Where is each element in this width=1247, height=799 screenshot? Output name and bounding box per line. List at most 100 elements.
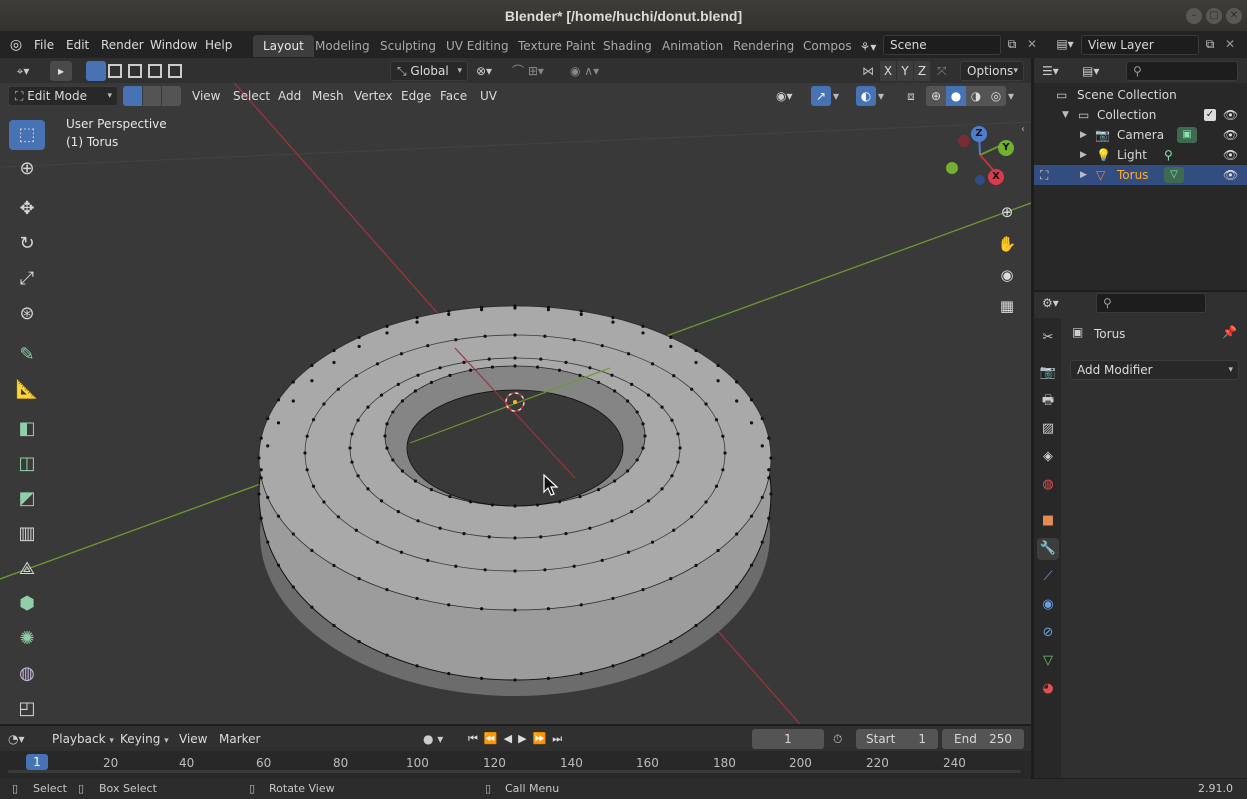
tab-modeling[interactable]: Modeling	[305, 35, 380, 57]
auto-merge-icon[interactable]: ⤧	[937, 61, 955, 81]
timeline-editor-type-icon[interactable]: ◔▾	[8, 729, 38, 749]
end-frame-field[interactable]: End 250	[942, 729, 1024, 749]
new-view-layer-icon[interactable]: ⧉	[1202, 37, 1218, 52]
scene-icon[interactable]: ⚘▾	[855, 37, 881, 57]
playback-controls[interactable]: ⏮⏪◀▶⏩⏭	[468, 729, 586, 749]
gizmo-y-axis[interactable]: Y	[998, 140, 1014, 156]
new-scene-icon[interactable]: ⧉	[1004, 37, 1020, 52]
viewport-menu-add[interactable]: Add	[273, 86, 306, 106]
mirror-x-toggle[interactable]: X	[880, 61, 896, 81]
rendered-shading-icon[interactable]: ◎	[986, 86, 1006, 106]
add-modifier-dropdown[interactable]: Add Modifier ▾	[1070, 360, 1239, 380]
display-mode-icon[interactable]: ▤▾	[1082, 61, 1112, 81]
transform-tool[interactable]: ⊛	[9, 299, 45, 329]
sidebar-toggle-icon[interactable]: ‹	[1021, 124, 1031, 138]
outliner-search-input[interactable]: ⚲	[1126, 61, 1238, 81]
blender-logo-icon[interactable]: ◎	[7, 36, 25, 54]
loop-cut-tool[interactable]: ▥	[9, 519, 45, 549]
subtract-selection-icon[interactable]	[128, 64, 142, 78]
playhead[interactable]: 1	[26, 754, 48, 770]
select-mode-buttons[interactable]	[123, 86, 181, 106]
viewport-menu-edge[interactable]: Edge	[396, 86, 436, 106]
delete-scene-icon[interactable]: ✕	[1024, 37, 1040, 51]
selection-mode-buttons[interactable]	[86, 61, 184, 81]
menu-help[interactable]: Help	[205, 32, 232, 58]
jump-end-icon[interactable]: ⏭	[552, 732, 568, 745]
view-layer-tab-icon[interactable]: ▨	[1037, 418, 1059, 440]
view-layer-icon[interactable]: ▤▾	[1052, 37, 1078, 51]
spin-tool[interactable]: ✺	[9, 624, 45, 654]
material-tab-icon[interactable]: ◕	[1037, 678, 1059, 700]
visibility-icon[interactable]: ◉▾	[776, 86, 806, 106]
outliner-row-collection[interactable]: ▼ ▭ Collection ✓ 👁	[1034, 105, 1247, 125]
modifier-tab-icon[interactable]: 🔧	[1037, 538, 1059, 560]
vertex-select-icon[interactable]	[123, 86, 142, 106]
shading-mode-buttons[interactable]: ⊕ ● ◑ ◎	[926, 86, 1008, 106]
active-tool-icon[interactable]: ▸	[50, 61, 72, 81]
mode-dropdown[interactable]: ⛶ Edit Mode ▾	[8, 86, 118, 106]
timeline-menu-playback[interactable]: Playback ▾	[47, 729, 119, 749]
light-data-icon[interactable]: ⚲	[1164, 145, 1173, 165]
next-keyframe-icon[interactable]: ⏩	[533, 732, 553, 745]
cursor-tool[interactable]: ⊕	[9, 154, 45, 184]
gizmo-toggle-icon[interactable]: ↗	[811, 86, 831, 106]
outliner-row-light[interactable]: ▶ 💡 Light ⚲ 👁	[1034, 145, 1247, 165]
inset-faces-tool[interactable]: ◫	[9, 449, 45, 479]
tool-tab-icon[interactable]: ✂	[1037, 327, 1059, 349]
pin-icon[interactable]: 📌	[1222, 325, 1238, 339]
chevron-down-icon[interactable]: ▾	[878, 86, 890, 106]
material-shading-icon[interactable]: ◑	[966, 86, 986, 106]
intersect-selection-icon[interactable]	[168, 64, 182, 78]
tab-uv-editing[interactable]: UV Editing	[436, 35, 519, 57]
set-new-selection-icon[interactable]	[86, 61, 106, 81]
transform-orientation-dropdown[interactable]: ⤡ Global ▾	[390, 61, 468, 81]
menu-render[interactable]: Render	[101, 32, 144, 58]
output-tab-icon[interactable]: 🖶	[1037, 390, 1059, 412]
timeline-menu-keying[interactable]: Keying ▾	[115, 729, 174, 749]
zoom-icon[interactable]: ⊕	[994, 199, 1020, 225]
snapping-icon[interactable]: ⌒ ⊞▾	[512, 61, 562, 81]
outliner-row-torus[interactable]: ⛶ ▶ ▽ Torus ▽ 👁	[1034, 165, 1247, 185]
pivot-point-icon[interactable]: ⊗▾	[476, 61, 506, 81]
exclude-checkbox[interactable]: ✓	[1204, 109, 1216, 121]
overlays-toggle-icon[interactable]: ◐	[856, 86, 876, 106]
scale-tool[interactable]: ⤢	[9, 264, 45, 294]
mesh-data-icon[interactable]: ▽	[1164, 167, 1184, 183]
tab-compositing[interactable]: Compos	[793, 35, 862, 57]
chevron-down-icon[interactable]: ▾	[833, 86, 845, 106]
outliner-editor-type-icon[interactable]: ☰▾	[1042, 61, 1072, 81]
perspective-grid-icon[interactable]: ▦	[994, 293, 1020, 319]
expand-arrow-icon[interactable]: ▶	[1080, 125, 1087, 145]
constraints-tab-icon[interactable]: ⊘	[1037, 622, 1059, 644]
tab-animation[interactable]: Animation	[652, 35, 733, 57]
pan-hand-icon[interactable]: ✋	[994, 231, 1020, 257]
minimize-button[interactable]: –	[1186, 8, 1202, 24]
close-button[interactable]: ✕	[1226, 8, 1242, 24]
outliner-row-camera[interactable]: ▶ 📷 Camera ▣ 👁	[1034, 125, 1247, 145]
timeline-menu-view[interactable]: View	[174, 729, 212, 749]
edge-slide-tool[interactable]: ◰	[9, 694, 45, 724]
timeline-menu-marker[interactable]: Marker	[214, 729, 265, 749]
maximize-button[interactable]: □	[1206, 8, 1222, 24]
play-reverse-icon[interactable]: ◀	[504, 732, 518, 745]
rotate-tool[interactable]: ↻	[9, 229, 45, 259]
auto-keying-icon[interactable]: ● ▾	[423, 729, 459, 749]
timeline-scrollbar[interactable]	[8, 770, 1021, 773]
bevel-tool[interactable]: ◩	[9, 484, 45, 514]
properties-search-input[interactable]: ⚲	[1096, 293, 1206, 313]
mirror-y-toggle[interactable]: Y	[897, 61, 913, 81]
edge-select-icon[interactable]	[143, 86, 161, 106]
measure-tool[interactable]: 📐	[9, 375, 45, 405]
annotate-tool[interactable]: ✎	[9, 340, 45, 370]
viewport-menu-select[interactable]: Select	[228, 86, 275, 106]
select-box-tool[interactable]: ⬚	[9, 120, 45, 150]
world-tab-icon[interactable]: ◍	[1037, 474, 1059, 496]
particles-tab-icon[interactable]: ⟋	[1037, 566, 1059, 588]
move-tool[interactable]: ✥	[9, 194, 45, 224]
smooth-tool[interactable]: ◍	[9, 659, 45, 689]
mesh-data-tab-icon[interactable]: ▽	[1037, 650, 1059, 672]
physics-tab-icon[interactable]: ◉	[1037, 594, 1059, 616]
prev-keyframe-icon[interactable]: ⏪	[484, 732, 504, 745]
scene-name-field[interactable]: Scene	[883, 35, 1001, 55]
mirror-z-toggle[interactable]: Z	[914, 61, 930, 81]
